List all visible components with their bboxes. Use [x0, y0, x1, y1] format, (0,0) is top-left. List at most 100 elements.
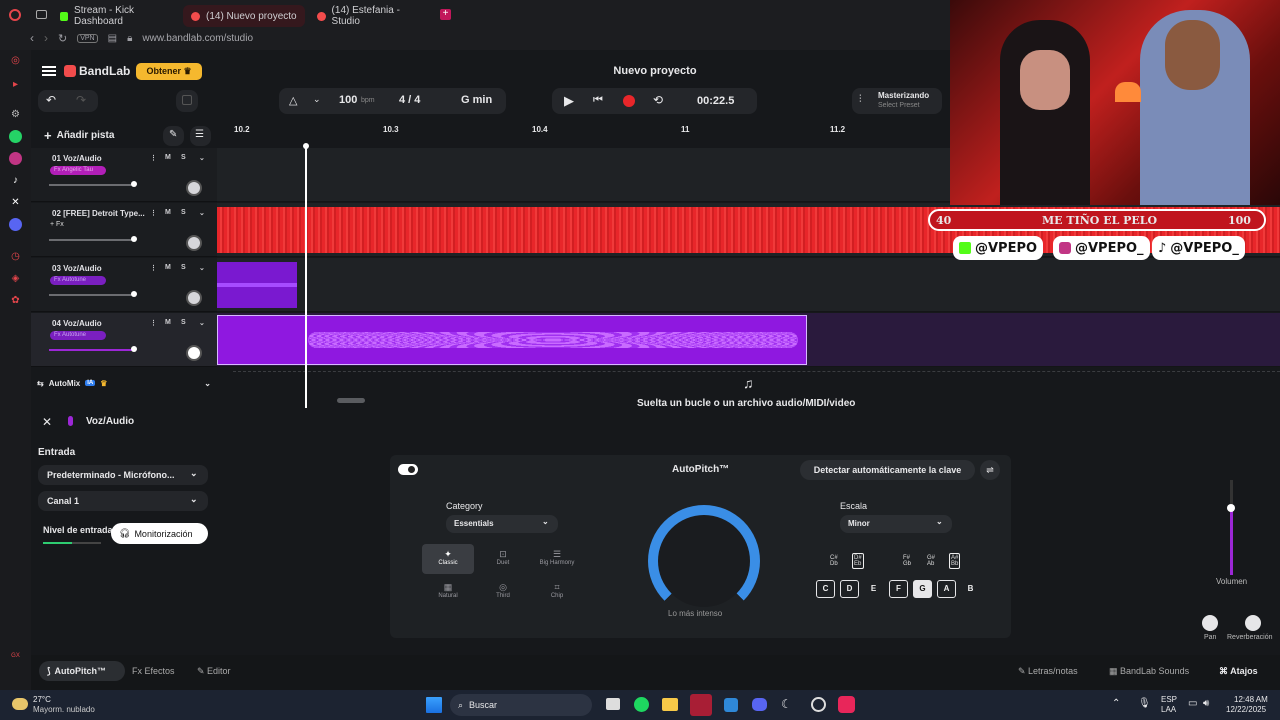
clock-date[interactable]: 12/22/2025	[1226, 705, 1266, 714]
file-explorer-icon[interactable]	[662, 698, 678, 711]
new-tab-button[interactable]: +	[440, 9, 451, 20]
taskbar-search[interactable]: ⌕ Buscar	[450, 694, 592, 716]
pan-knob[interactable]	[1202, 615, 1218, 631]
track-header-01[interactable]: 01 Voz/Audio Fx Angelic Tau ⋮ M S ⌄	[31, 148, 217, 202]
track-name[interactable]: 02 [FREE] Detroit Type...	[52, 209, 145, 218]
key-a[interactable]: A	[937, 580, 956, 598]
reload-icon[interactable]: ↻	[58, 32, 67, 45]
mute-button[interactable]: M	[165, 319, 171, 326]
key-csharp[interactable]: C# Db	[830, 555, 838, 567]
automix-row[interactable]: ⇆ AutoMix IA ♛ ⌄	[31, 373, 217, 393]
chevron-down-icon[interactable]: ⌄	[313, 94, 321, 105]
autopitch-toggle[interactable]	[398, 464, 418, 475]
tab-kick-dashboard[interactable]: Stream - Kick Dashboard	[52, 5, 182, 27]
track-name[interactable]: 03 Voz/Audio	[52, 264, 102, 273]
playhead-handle[interactable]	[303, 143, 309, 149]
chevron-down-icon[interactable]: ⌄	[199, 209, 205, 217]
tab-manager-icon[interactable]	[36, 10, 47, 19]
track-header-04[interactable]: 04 Voz/Audio Fx Autotune ⋮ M S ⌄	[31, 313, 217, 367]
key-d[interactable]: D	[840, 580, 859, 598]
track-name[interactable]: 04 Voz/Audio	[52, 319, 102, 328]
pan-dial[interactable]	[186, 180, 202, 196]
sidebar-gear-icon[interactable]: ✿	[9, 294, 22, 307]
close-icon[interactable]: ✕	[42, 415, 52, 429]
sidebar-arrow-icon[interactable]: ▸	[9, 78, 22, 91]
browser-menu-icon[interactable]	[9, 9, 21, 21]
pan-dial[interactable]	[186, 345, 202, 361]
sidebar-home-icon[interactable]: ◎	[9, 54, 22, 67]
tempo-value[interactable]: 100	[339, 94, 357, 106]
intensity-knob[interactable]	[648, 505, 760, 617]
solo-button[interactable]: S	[181, 264, 186, 271]
category-natural[interactable]: ▦ Natural	[422, 577, 474, 607]
chevron-down-icon[interactable]: ⌄	[199, 264, 205, 272]
footer-tab-editor[interactable]: ✎ Editor	[197, 666, 231, 677]
mic-tray-icon[interactable]: 🎙︎	[1138, 698, 1151, 709]
volume-slider[interactable]	[49, 184, 135, 186]
sidebar-clock-icon[interactable]: ◷	[9, 250, 22, 263]
key-dsharp[interactable]: D# Eb	[852, 553, 864, 569]
weather-icon[interactable]	[12, 698, 28, 710]
key-b[interactable]: B	[961, 580, 980, 598]
footer-tab-efectos[interactable]: Fx Efectos	[132, 666, 175, 676]
spotify-icon[interactable]	[634, 697, 649, 712]
reader-icon[interactable]: ▤	[108, 33, 117, 44]
detect-key-button[interactable]: Detectar automáticamente la clave	[800, 460, 975, 480]
pan-dial[interactable]	[186, 235, 202, 251]
volume-fader[interactable]	[1227, 480, 1235, 575]
mastering-button[interactable]: ⫶ Masterizando Select Preset	[852, 88, 942, 114]
start-button-icon[interactable]	[426, 697, 442, 713]
tiktok-live-icon[interactable]	[838, 696, 855, 713]
settings-icon[interactable]: ⇌	[980, 460, 1000, 480]
discord-icon[interactable]	[752, 698, 767, 711]
sidebar-cube-icon[interactable]: ◈	[9, 272, 22, 285]
opera-gx-icon[interactable]	[690, 694, 712, 716]
shortcuts-button[interactable]: ⌘ Atajos	[1219, 666, 1258, 677]
instagram-icon[interactable]	[9, 152, 22, 165]
redo-icon[interactable]: ↷	[76, 93, 86, 107]
slider-knob[interactable]	[131, 346, 137, 352]
key-e[interactable]: E	[864, 580, 883, 598]
category-classic[interactable]: ✦ Classic	[422, 544, 474, 574]
key-c[interactable]: C	[816, 580, 835, 598]
track-menu-icon[interactable]: ⋮	[150, 154, 157, 162]
play-icon[interactable]: ▶	[564, 93, 574, 109]
fx-badge[interactable]: Fx Angelic Tau	[50, 166, 106, 175]
add-fx-button[interactable]: + Fx	[50, 221, 64, 228]
obtener-button[interactable]: Obtener ♛	[136, 63, 202, 80]
metronome-icon[interactable]: △	[289, 94, 297, 107]
address-bar[interactable]: www.bandlab.com/studio	[142, 33, 253, 44]
network-icon[interactable]: ▭	[1188, 698, 1197, 709]
track-lane-03[interactable]	[217, 258, 1280, 312]
footer-tab-autopitch[interactable]: ⟆ AutoPitch™	[39, 661, 125, 681]
tab-nuevo-proyecto[interactable]: (14) Nuevo proyecto	[183, 5, 305, 27]
forward-icon[interactable]: ›	[44, 31, 48, 45]
mute-button[interactable]: M	[165, 154, 171, 161]
channel-select[interactable]: Canal 1 ⌄	[38, 491, 208, 511]
loop-icon[interactable]: ⟲	[653, 93, 663, 107]
key-asharp[interactable]: A# Bb	[949, 553, 961, 569]
lang-code[interactable]: ESP	[1161, 695, 1177, 704]
category-chip[interactable]: ⌗ Chip	[531, 577, 583, 607]
track-header-02[interactable]: 02 [FREE] Detroit Type... + Fx ⋮ M S ⌄	[31, 203, 217, 257]
obs-icon[interactable]	[811, 697, 826, 712]
track-menu-icon[interactable]: ⋮	[150, 319, 157, 327]
volume-icon[interactable]: 🔊︎	[1203, 698, 1209, 709]
mute-button[interactable]: M	[165, 209, 171, 216]
slider-knob[interactable]	[131, 236, 137, 242]
audio-region-vocal[interactable]	[217, 262, 297, 308]
skip-back-icon[interactable]: ⏮	[593, 94, 603, 107]
tray-chevron-icon[interactable]: ⌃	[1112, 698, 1120, 709]
volume-slider[interactable]	[49, 294, 135, 296]
slider-knob[interactable]	[131, 291, 137, 297]
slider-knob[interactable]	[131, 181, 137, 187]
track-menu-icon[interactable]: ⋮	[150, 209, 157, 217]
fx-badge[interactable]: Fx Autotune	[50, 331, 106, 340]
category-select[interactable]: Essentials ⌄	[446, 515, 558, 533]
track-name[interactable]: 01 Voz/Audio	[52, 154, 102, 163]
tiktok-icon[interactable]: ♪	[9, 174, 22, 187]
reverb-knob[interactable]	[1245, 615, 1261, 631]
solo-button[interactable]: S	[181, 209, 186, 216]
category-third[interactable]: ◎ Third	[477, 577, 529, 607]
drop-zone[interactable]: ♫ Suelta un bucle o un archivo audio/MID…	[233, 371, 1280, 409]
